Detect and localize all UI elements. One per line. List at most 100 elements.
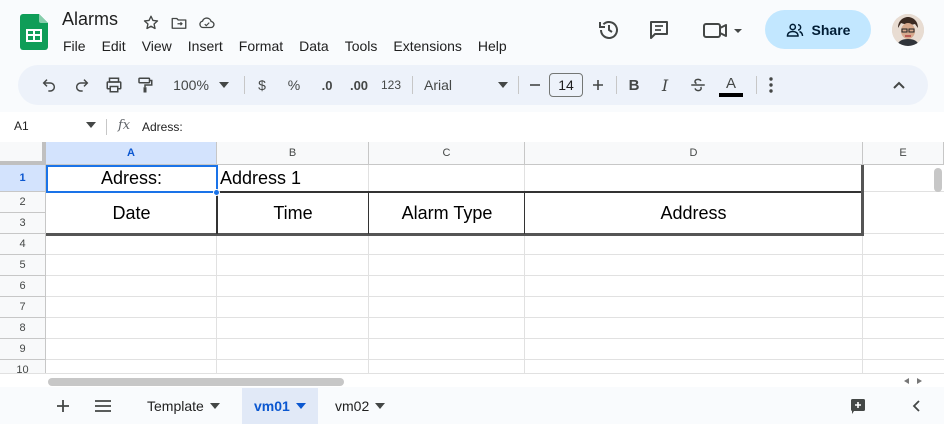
zoom-select[interactable]: 100% [164, 65, 238, 105]
scroll-left-icon[interactable] [904, 378, 910, 384]
select-all-corner[interactable] [0, 142, 46, 165]
vertical-scrollbar[interactable] [934, 168, 942, 192]
formatting-toolbar: 100% $ % .0 .00 123 Arial 14 B I A [18, 65, 928, 105]
row-header-3[interactable]: 3 [0, 213, 46, 234]
cell-address-header[interactable]: Address [525, 193, 862, 234]
comments-icon[interactable] [646, 17, 672, 43]
move-folder-icon[interactable] [168, 12, 190, 34]
version-history-icon[interactable] [596, 17, 622, 43]
paint-format-icon[interactable] [134, 65, 156, 105]
people-icon [786, 23, 803, 37]
share-label: Share [811, 21, 851, 38]
chevron-down-icon [295, 403, 306, 409]
cell-date-header[interactable]: Date [46, 193, 217, 234]
row-header-1[interactable]: 1 [0, 165, 46, 192]
chevron-down-icon [209, 403, 220, 409]
menu-data[interactable]: Data [291, 37, 337, 55]
menu-extensions[interactable]: Extensions [385, 37, 469, 55]
menu-view[interactable]: View [134, 37, 180, 55]
share-button[interactable]: Share [765, 10, 871, 49]
toolbar-divider [756, 76, 757, 94]
fx-icon: fx [118, 118, 131, 133]
chevron-down-icon [498, 82, 508, 88]
gridline [46, 296, 944, 297]
chevron-down-icon[interactable] [86, 122, 96, 128]
row-header-9[interactable]: 9 [0, 339, 46, 360]
menu-file[interactable]: File [55, 37, 94, 55]
sheet-tabs-bar: Template vm01 vm02 [0, 388, 944, 424]
text-color-button[interactable]: A [718, 65, 744, 105]
sheet-tab-template[interactable]: Template [135, 388, 232, 424]
decrease-decimal-button[interactable]: .0 [314, 65, 340, 105]
currency-button[interactable]: $ [252, 65, 272, 105]
decrease-font-size-icon[interactable] [526, 65, 544, 105]
horizontal-scrollbar[interactable] [0, 373, 944, 387]
spreadsheet-grid[interactable]: A B C D E 1 2 3 4 5 6 7 8 9 10 Adress: A… [0, 142, 944, 387]
column-header-b[interactable]: B [217, 142, 369, 165]
toolbar-divider [518, 76, 519, 94]
row-header-4[interactable]: 4 [0, 234, 46, 255]
collapse-side-panel-icon[interactable] [904, 394, 928, 418]
cell-alarm-type-header[interactable]: Alarm Type [369, 193, 525, 234]
font-family-select[interactable]: Arial [424, 65, 508, 105]
document-title[interactable]: Alarms [62, 9, 118, 30]
increase-font-size-icon[interactable] [589, 65, 607, 105]
formula-input[interactable]: Adress: [142, 120, 183, 134]
column-header-c[interactable]: C [369, 142, 525, 165]
increase-decimal-button[interactable]: .00 [346, 65, 372, 105]
menu-tools[interactable]: Tools [337, 37, 386, 55]
all-sheets-icon[interactable] [91, 394, 115, 418]
menu-help[interactable]: Help [470, 37, 515, 55]
undo-icon[interactable] [38, 65, 60, 105]
zoom-value: 100% [173, 77, 209, 93]
font-family-value: Arial [424, 77, 453, 93]
row-header-6[interactable]: 6 [0, 276, 46, 297]
row-header-5[interactable]: 5 [0, 255, 46, 276]
active-cell-selection [46, 165, 218, 193]
more-options-icon[interactable] [762, 65, 780, 105]
strikethrough-icon[interactable] [687, 65, 709, 105]
meet-icon[interactable] [702, 17, 744, 43]
explore-icon[interactable] [846, 394, 870, 418]
cell-time-header[interactable]: Time [217, 193, 369, 234]
font-size-input[interactable]: 14 [549, 73, 583, 97]
horizontal-scroll-thumb[interactable] [48, 378, 344, 386]
toolbar-divider [244, 76, 245, 94]
formula-bar: A1 fx Adress: [0, 112, 944, 142]
menu-bar: File Edit View Insert Format Data Tools … [55, 37, 515, 55]
menu-format[interactable]: Format [231, 37, 291, 55]
row-header-8[interactable]: 8 [0, 318, 46, 339]
redo-icon[interactable] [71, 65, 93, 105]
row-header-2[interactable]: 2 [0, 192, 46, 213]
number-format-button[interactable]: 123 [380, 65, 402, 105]
sheets-logo-icon[interactable] [20, 14, 48, 50]
star-icon[interactable] [140, 12, 162, 34]
sheets-app: Alarms File Edit View Insert Format Data… [0, 0, 944, 424]
sheet-tab-vm02[interactable]: vm02 [323, 388, 397, 424]
column-header-a[interactable]: A [46, 142, 217, 165]
column-header-d[interactable]: D [525, 142, 863, 165]
add-sheet-icon[interactable] [51, 394, 75, 418]
cell-b1[interactable]: Address 1 [220, 165, 520, 192]
gridline [46, 338, 944, 339]
gridline [46, 317, 944, 318]
name-box[interactable]: A1 [14, 119, 29, 133]
text-color-letter: A [725, 74, 736, 92]
print-icon[interactable] [103, 65, 125, 105]
chevron-down-icon [218, 82, 229, 88]
row-header-7[interactable]: 7 [0, 297, 46, 318]
avatar[interactable] [892, 14, 924, 46]
menu-insert[interactable]: Insert [180, 37, 231, 55]
toolbar-divider [412, 76, 413, 94]
collapse-toolbar-icon[interactable] [888, 65, 910, 105]
column-header-e[interactable]: E [863, 142, 944, 165]
scroll-right-icon[interactable] [916, 378, 922, 384]
sheet-tab-vm01[interactable]: vm01 [242, 388, 318, 424]
menu-edit[interactable]: Edit [94, 37, 134, 55]
fill-handle[interactable] [213, 189, 220, 196]
bold-button[interactable]: B [624, 65, 644, 105]
cloud-status-icon[interactable] [196, 12, 218, 34]
percent-button[interactable]: % [284, 65, 304, 105]
italic-button[interactable]: I [655, 65, 675, 105]
formula-divider [106, 119, 107, 135]
